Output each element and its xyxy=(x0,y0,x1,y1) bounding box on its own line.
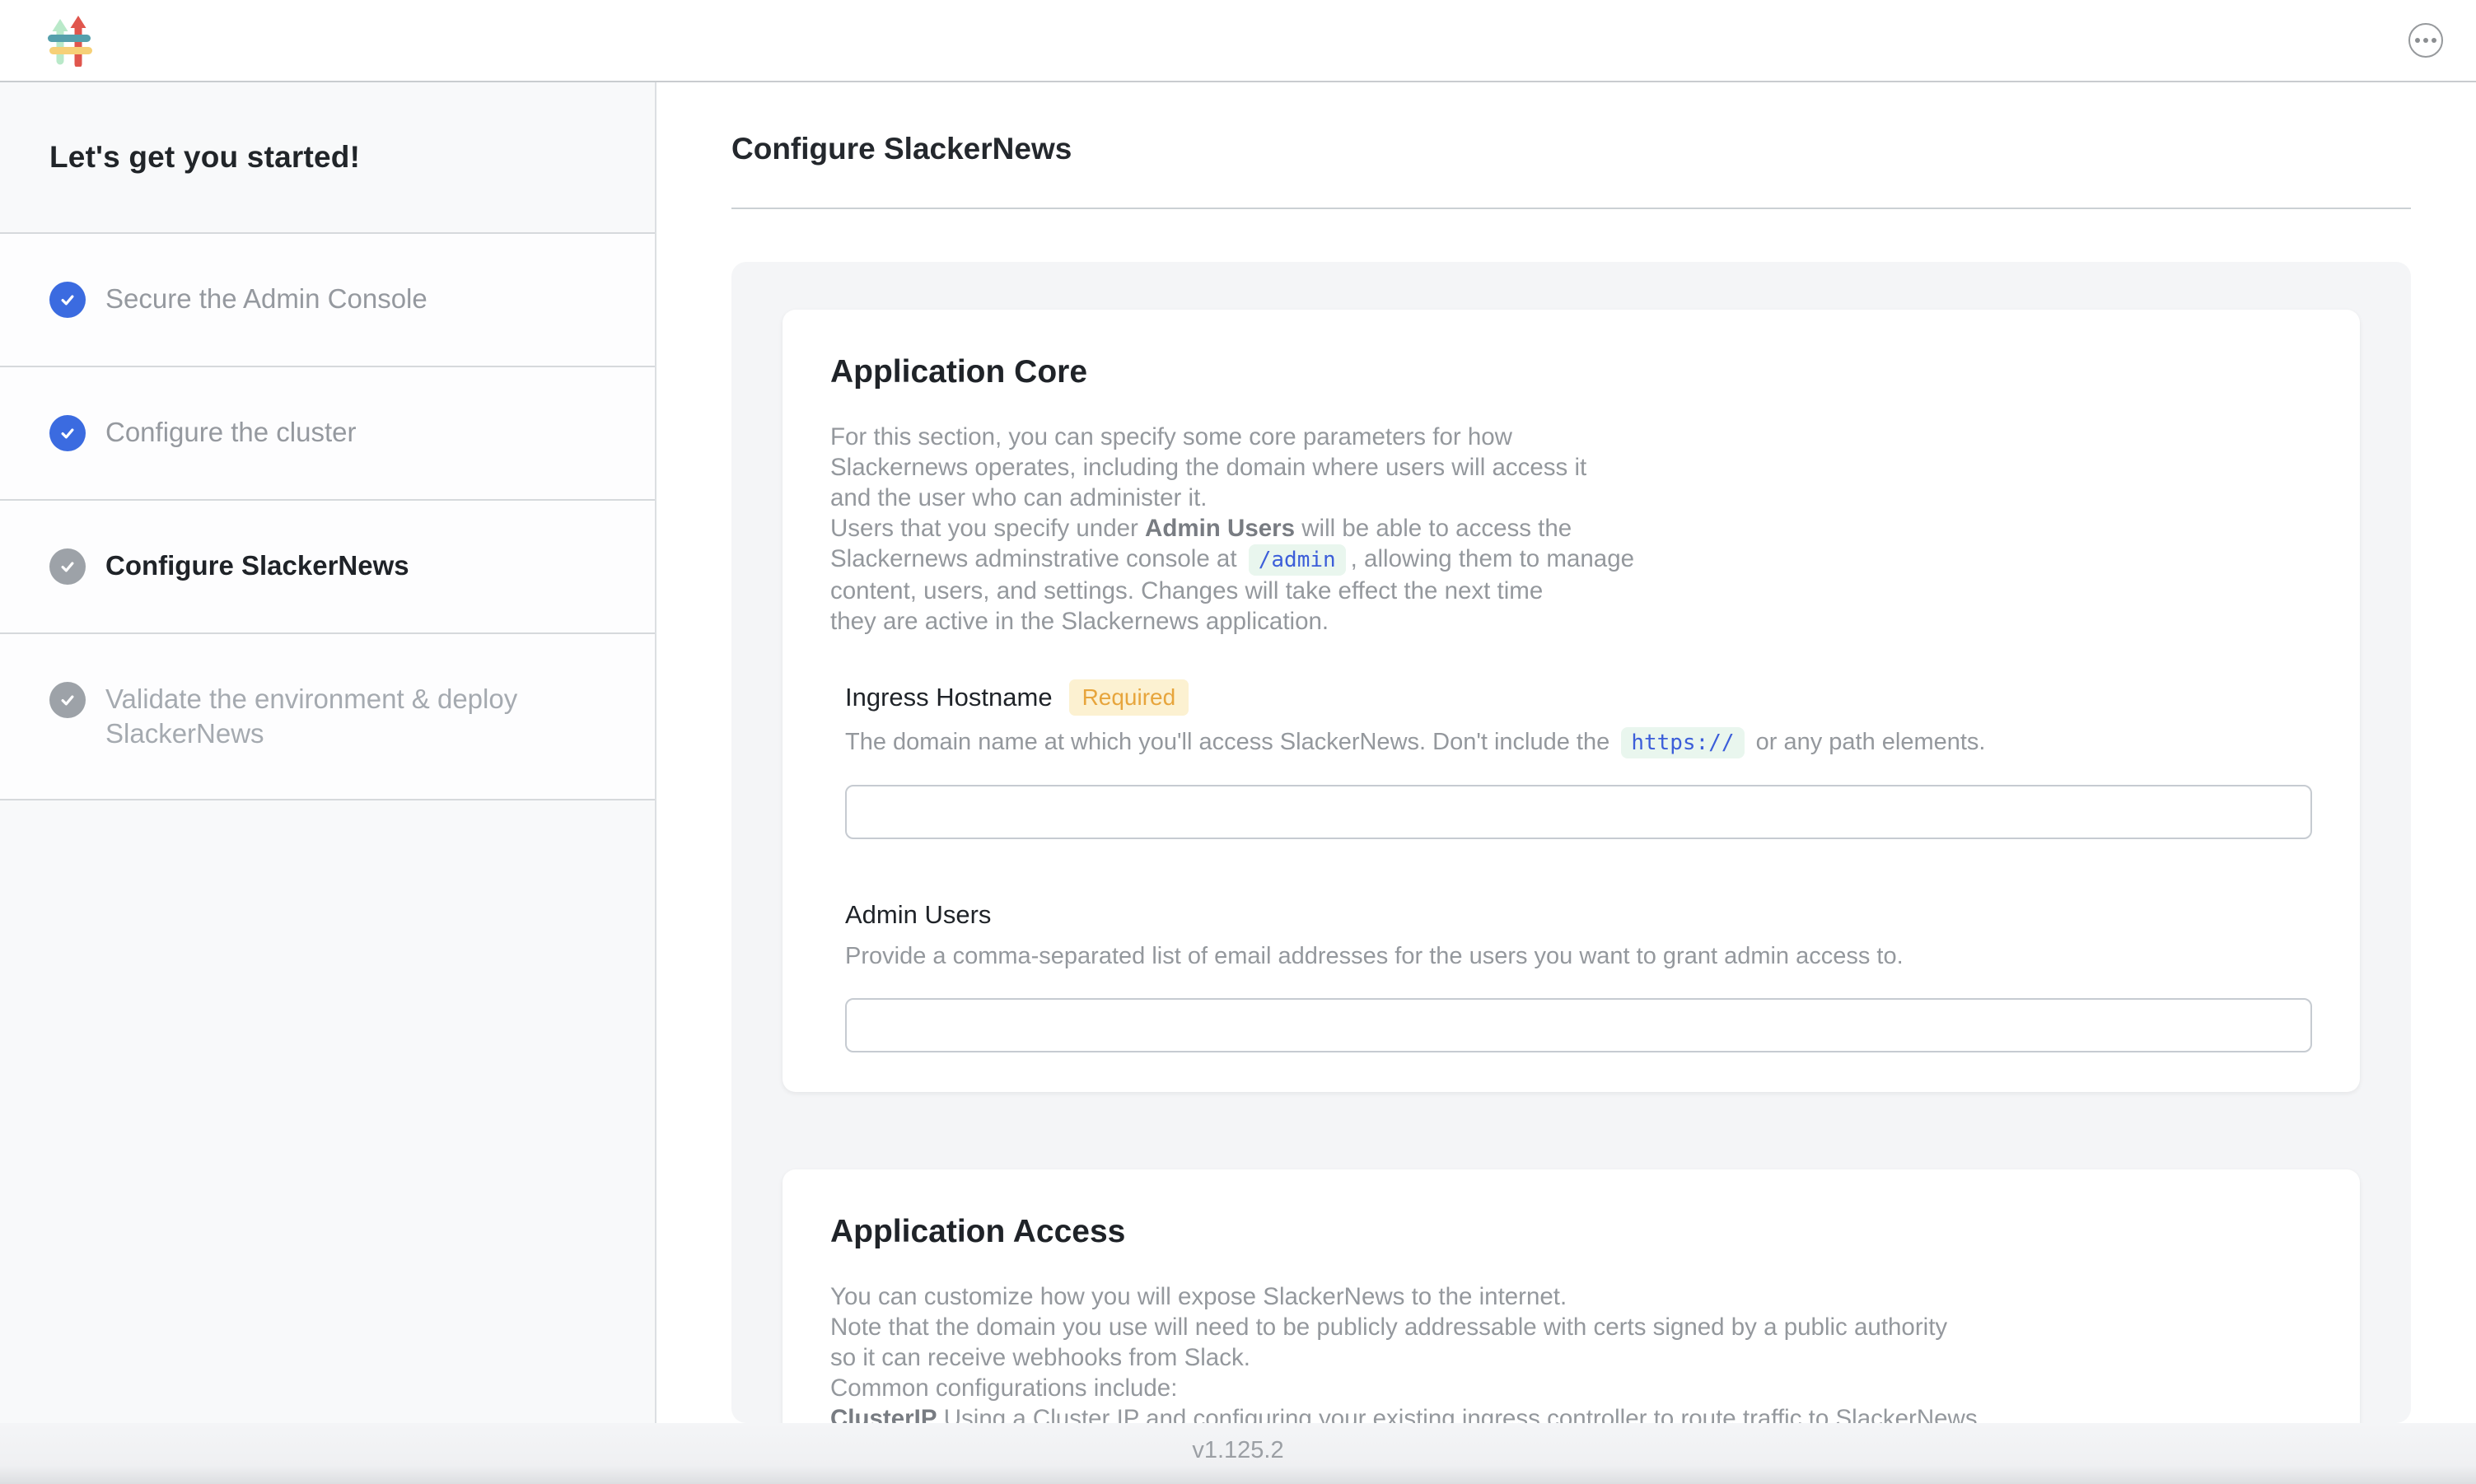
sidebar-step-label: Configure the cluster xyxy=(105,415,357,450)
sidebar-title: Let's get you started! xyxy=(0,82,655,234)
main-shell: Let's get you started! Secure the Admin … xyxy=(0,82,2476,1423)
ellipsis-icon xyxy=(2415,38,2420,43)
field-help-text: Provide a comma-separated list of email … xyxy=(845,941,2312,972)
page-title: Configure SlackerNews xyxy=(731,132,2411,166)
sidebar-filler xyxy=(0,800,655,1423)
code-chip: /admin xyxy=(1249,544,1346,576)
section-description: For this section, you can specify some c… xyxy=(830,422,2312,637)
title-divider xyxy=(731,208,2411,209)
section-description: You can customize how you will expose Sl… xyxy=(830,1281,2312,1423)
slackernews-logo-icon xyxy=(46,14,92,67)
footer-bar: v1.125.2 xyxy=(0,1423,2476,1484)
section-heading: Application Core xyxy=(830,354,2312,390)
check-circle-icon xyxy=(49,548,86,585)
sidebar-step-label: Validate the environment & deploy Slacke… xyxy=(105,682,531,751)
app-window: Let's get you started! Secure the Admin … xyxy=(0,0,2476,1484)
sidebar-step-configure-cluster[interactable]: Configure the cluster xyxy=(0,367,655,501)
check-circle-icon xyxy=(49,282,86,318)
check-circle-icon xyxy=(49,415,86,451)
ingress-hostname-field: Ingress Hostname Required The domain nam… xyxy=(830,679,2312,839)
ingress-hostname-input[interactable] xyxy=(845,785,2312,839)
field-label-row: Ingress Hostname Required xyxy=(845,679,2312,716)
field-label: Admin Users xyxy=(845,900,991,930)
required-badge: Required xyxy=(1069,679,1189,716)
top-bar xyxy=(0,0,2476,82)
version-text: v1.125.2 xyxy=(1192,1437,1283,1464)
check-circle-icon xyxy=(49,682,86,718)
field-help-text: The domain name at which you'll access S… xyxy=(845,727,2312,758)
content-area: Configure SlackerNews Application Core F… xyxy=(656,82,2476,1423)
sidebar-step-secure-admin-console[interactable]: Secure the Admin Console xyxy=(0,234,655,367)
config-container: Application Core For this section, you c… xyxy=(731,262,2411,1423)
field-label-row: Admin Users xyxy=(845,900,2312,930)
field-label: Ingress Hostname xyxy=(845,683,1053,712)
application-core-card: Application Core For this section, you c… xyxy=(783,310,2360,1092)
sidebar-step-label: Secure the Admin Console xyxy=(105,282,427,316)
sidebar-step-configure-slackernews[interactable]: Configure SlackerNews xyxy=(0,501,655,634)
code-chip: https:// xyxy=(1621,727,1744,758)
setup-sidebar: Let's get you started! Secure the Admin … xyxy=(0,82,656,1423)
admin-users-input[interactable] xyxy=(845,998,2312,1052)
admin-users-field: Admin Users Provide a comma-separated li… xyxy=(830,900,2312,1052)
sidebar-step-validate-deploy[interactable]: Validate the environment & deploy Slacke… xyxy=(0,634,655,800)
more-options-button[interactable] xyxy=(2408,23,2443,58)
section-heading: Application Access xyxy=(830,1214,2312,1250)
application-access-card: Application Access You can customize how… xyxy=(783,1169,2360,1423)
sidebar-step-label: Configure SlackerNews xyxy=(105,548,409,583)
